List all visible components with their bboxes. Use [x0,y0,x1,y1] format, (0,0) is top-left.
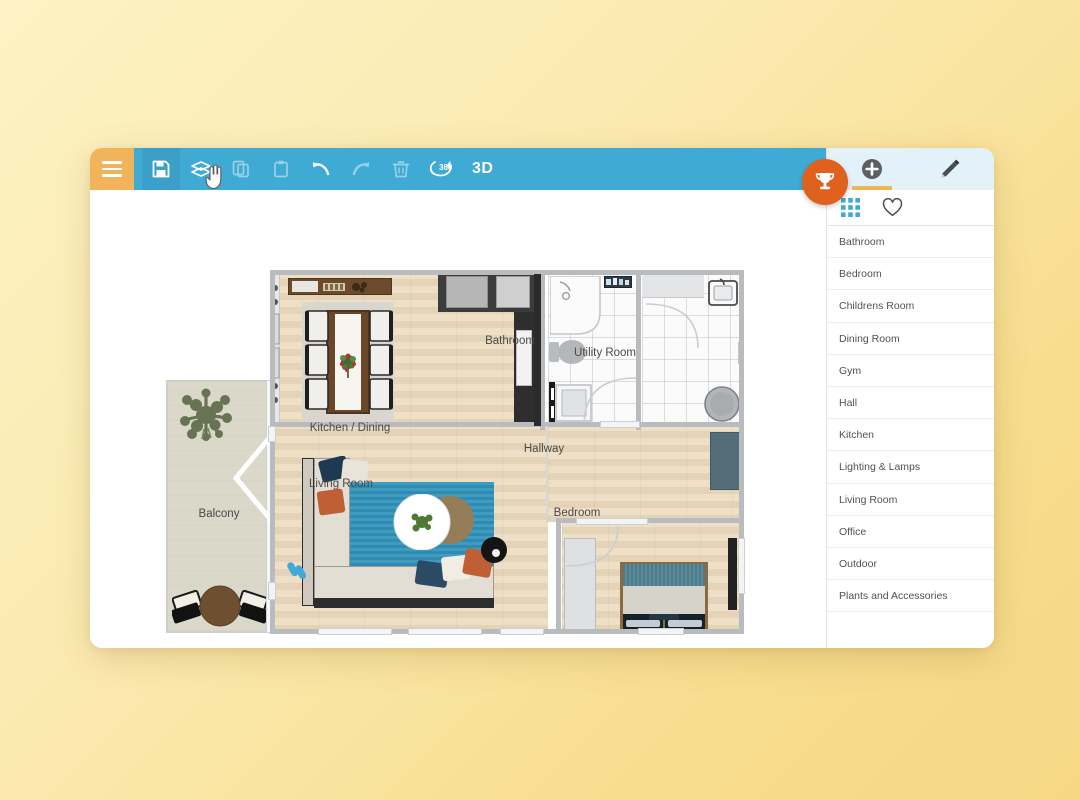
category-list[interactable]: Bathroom Bedroom Childrens Room Dining R… [827,226,994,612]
category-item-bedroom[interactable]: Bedroom [827,258,994,290]
wall-living-bedroom [556,518,561,634]
save-button[interactable] [142,148,180,190]
svg-text:360: 360 [439,163,453,172]
living-slippers-icon [286,558,310,582]
category-item-childrens-room[interactable]: Childrens Room [827,290,994,322]
category-item-lighting-lamps[interactable]: Lighting & Lamps [827,451,994,483]
window-right-bedroom [738,538,745,594]
window-bottom-3 [500,628,544,635]
grid-icon [841,198,860,217]
trophy-badge[interactable] [802,159,848,205]
window-left-balcony-top [268,426,276,442]
category-item-hall[interactable]: Hall [827,387,994,419]
category-item-gym[interactable]: Gym [827,355,994,387]
bathroom-shower-icon [550,276,602,336]
panel-tab-bar [827,148,994,190]
wall-kitchen-living [270,422,545,427]
floppy-disk-icon [151,159,171,179]
right-side-panel: Bathroom Bedroom Childrens Room Dining R… [826,148,994,648]
copy-icon [231,159,251,179]
panel-subtab-bar [827,190,994,226]
clipboard-icon [271,159,291,179]
kitchen-hood [496,276,530,308]
360-rotate-icon: 360 [428,158,454,180]
undo-button[interactable] [302,148,340,190]
bathroom-door-swing-icon [582,376,638,426]
dining-chairs-icon [304,308,394,416]
undo-arrow-icon [310,159,332,179]
delete-button[interactable] [382,148,420,190]
category-item-outdoor[interactable]: Outdoor [827,548,994,580]
category-item-living-room[interactable]: Living Room [827,484,994,516]
heart-icon [882,198,903,217]
wall-left-lower [270,426,275,634]
window-bottom-2 [408,628,482,635]
kitchen-appliance-upper [446,276,488,308]
app-window: Kitchen / Dining Bathroom Utility Room B… [90,148,994,648]
balcony-table-and-chairs-icon [172,580,268,632]
wall-living-hall-partition [546,426,548,522]
view360-button[interactable]: 360 [422,148,460,190]
wall-top [270,270,744,275]
hallway-rug [710,432,742,490]
floorplan-drawing[interactable]: Kitchen / Dining Bathroom Utility Room B… [90,190,826,648]
kitchen-wall-black-strip [534,274,541,426]
trash-icon [391,159,411,179]
copy-button[interactable] [222,148,260,190]
bedroom-door-swing-icon [564,524,620,568]
trophy-icon [813,170,837,194]
subtab-catalog[interactable] [841,198,860,217]
kitchen-shelf-items-icon [290,279,390,294]
redo-arrow-icon [350,159,372,179]
subtab-favourites[interactable] [882,198,903,217]
kitchen-cabinet-right [516,330,532,386]
utility-counter-top [642,274,704,298]
wall-bathroom-utility [636,270,641,430]
window-bedroom-bottom [638,628,684,635]
utility-sink-icon [708,278,738,306]
tab-edit[interactable] [928,148,972,190]
wall-bath-hall [545,422,744,427]
bathroom-shelf-bottles-icon [605,277,631,287]
floorplan-canvas[interactable]: Kitchen / Dining Bathroom Utility Room B… [90,190,826,648]
pencil-icon [938,157,962,181]
category-item-kitchen[interactable]: Kitchen [827,419,994,451]
door-hall-living-gap [600,421,640,428]
category-item-office[interactable]: Office [827,516,994,548]
category-item-plants-accessories[interactable]: Plants and Accessories [827,580,994,612]
bathroom-toilet-icon [549,336,587,368]
bedroom-side-unit [728,538,737,610]
layers-icon [190,159,212,179]
paste-button[interactable] [262,148,300,190]
redo-button[interactable] [342,148,380,190]
tab-add[interactable] [850,148,894,190]
window-bedroom-top [576,518,648,525]
balcony-plant-icon [178,388,234,444]
layers-button[interactable] [182,148,220,190]
living-pouf-icon [480,536,508,564]
plus-circle-icon [860,157,884,181]
view-3d-button[interactable]: 3D [462,148,503,190]
category-item-dining-room[interactable]: Dining Room [827,323,994,355]
window-left-balcony-bottom [268,582,276,600]
category-item-bathroom[interactable]: Bathroom [827,226,994,258]
wall-left-upper [270,270,275,430]
hamburger-menu-icon[interactable] [90,148,134,190]
bedroom-bed-headboard [623,564,705,586]
utility-door-swing-icon [644,302,700,350]
utility-washing-machine-icon [704,386,740,422]
window-bottom-1 [318,628,392,635]
